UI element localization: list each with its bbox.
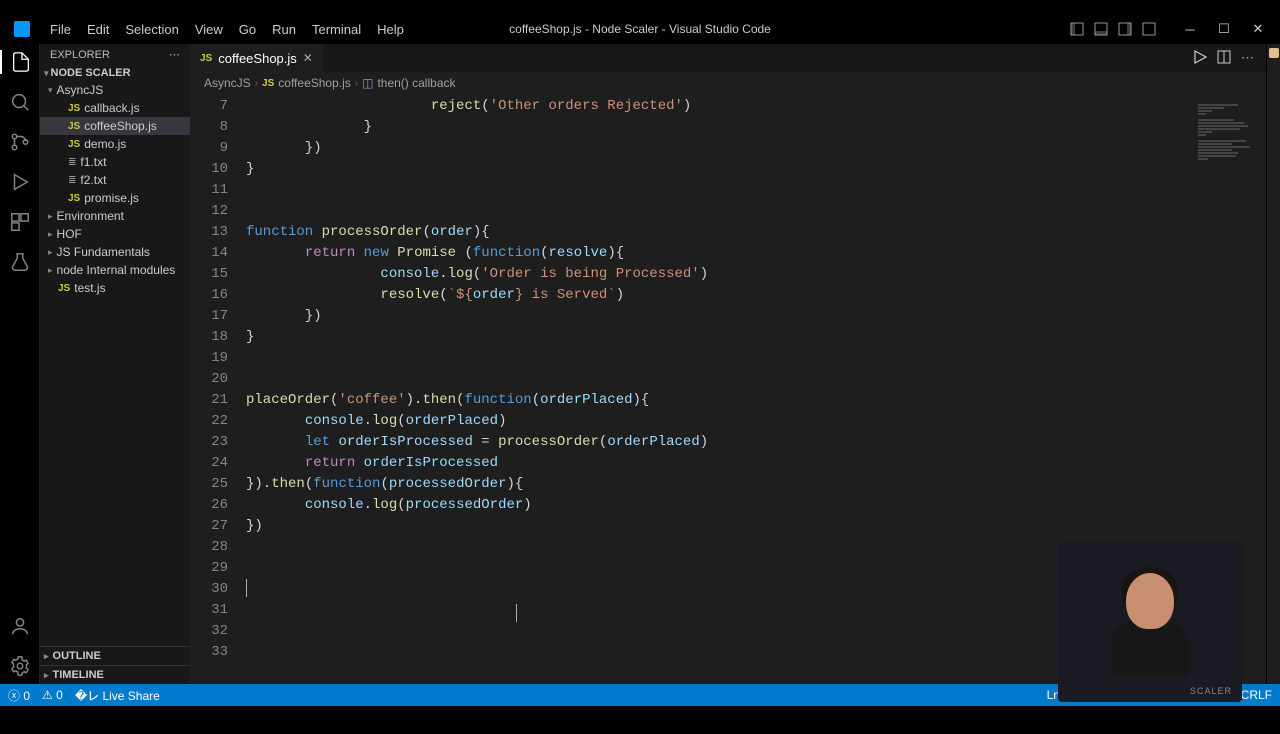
menu-edit[interactable]: Edit bbox=[79, 18, 117, 41]
run-icon[interactable] bbox=[1193, 50, 1207, 66]
js-icon: JS bbox=[200, 53, 212, 64]
eol[interactable]: CRLF bbox=[1241, 688, 1272, 702]
tree-test-js[interactable]: JStest.js bbox=[40, 279, 190, 297]
layout-btn-1[interactable] bbox=[1066, 18, 1088, 40]
menu-file[interactable]: File bbox=[42, 18, 79, 41]
source-control-icon[interactable] bbox=[8, 130, 32, 154]
test-icon[interactable] bbox=[8, 250, 32, 274]
menu-view[interactable]: View bbox=[187, 18, 231, 41]
settings-icon[interactable] bbox=[8, 654, 32, 678]
file-tab[interactable]: JS coffeeShop.js ✕ bbox=[190, 44, 324, 72]
explorer-icon[interactable] bbox=[0, 50, 40, 74]
brand-watermark: SCALER bbox=[1190, 686, 1232, 696]
tree-f2-txt[interactable]: ≣f2.txt bbox=[40, 171, 190, 189]
window-title: coffeeShop.js - Node Scaler - Visual Stu… bbox=[509, 22, 771, 36]
layout-btn-4[interactable] bbox=[1138, 18, 1160, 40]
menu-go[interactable]: Go bbox=[231, 18, 264, 41]
more-icon[interactable]: ⋯ bbox=[169, 48, 180, 61]
sidebar-root[interactable]: ▾ NODE SCALER bbox=[40, 65, 190, 81]
search-icon[interactable] bbox=[8, 90, 32, 114]
tree-f1-txt[interactable]: ≣f1.txt bbox=[40, 153, 190, 171]
tree-asyncjs[interactable]: ▾AsyncJS bbox=[40, 81, 190, 99]
tree-coffeeshop-js[interactable]: JScoffeeShop.js bbox=[40, 117, 190, 135]
tab-filename: coffeeShop.js bbox=[218, 51, 297, 66]
title-bar: FileEditSelectionViewGoRunTerminalHelp c… bbox=[0, 14, 1280, 44]
vscode-logo bbox=[14, 21, 30, 37]
sidebar: EXPLORER ⋯ ▾ NODE SCALER ▾AsyncJSJScallb… bbox=[40, 44, 190, 684]
breadcrumb[interactable]: AsyncJS› JScoffeeShop.js› ◫then() callba… bbox=[190, 72, 1266, 94]
sidebar-title: EXPLORER bbox=[50, 49, 110, 61]
status-warnings[interactable]: ⚠ 0 bbox=[42, 688, 63, 702]
tree-hof[interactable]: ▸HOF bbox=[40, 225, 190, 243]
tree-promise-js[interactable]: JSpromise.js bbox=[40, 189, 190, 207]
tab-more-icon[interactable]: ⋯ bbox=[1241, 50, 1254, 66]
tree-js-fundamentals[interactable]: ▸JS Fundamentals bbox=[40, 243, 190, 261]
secondary-cursor bbox=[516, 604, 517, 622]
right-gutter bbox=[1266, 44, 1280, 684]
extensions-icon[interactable] bbox=[8, 210, 32, 234]
section-outline[interactable]: ▸OUTLINE bbox=[40, 646, 190, 665]
maximize-button[interactable]: ☐ bbox=[1208, 18, 1240, 40]
layout-btn-2[interactable] bbox=[1090, 18, 1112, 40]
tree-demo-js[interactable]: JSdemo.js bbox=[40, 135, 190, 153]
tree-callback-js[interactable]: JScallback.js bbox=[40, 99, 190, 117]
menu-terminal[interactable]: Terminal bbox=[304, 18, 369, 41]
layout-btn-3[interactable] bbox=[1114, 18, 1136, 40]
menu-selection[interactable]: Selection bbox=[117, 18, 186, 41]
tree-node-internal-modules[interactable]: ▸node Internal modules bbox=[40, 261, 190, 279]
close-tab-icon[interactable]: ✕ bbox=[303, 51, 313, 65]
close-button[interactable]: ✕ bbox=[1242, 18, 1274, 40]
split-editor-icon[interactable] bbox=[1217, 50, 1231, 66]
webcam-overlay: SCALER bbox=[1058, 542, 1242, 702]
minimize-button[interactable]: ─ bbox=[1174, 18, 1206, 40]
tree-environment[interactable]: ▸Environment bbox=[40, 207, 190, 225]
notification-badge[interactable] bbox=[1269, 48, 1279, 58]
live-share[interactable]: �㆑ Live Share bbox=[75, 687, 160, 704]
status-errors[interactable]: ⓧ 0 bbox=[8, 687, 30, 704]
menu-help[interactable]: Help bbox=[369, 18, 412, 41]
activity-bar bbox=[0, 44, 40, 684]
section-timeline[interactable]: ▸TIMELINE bbox=[40, 665, 190, 684]
account-icon[interactable] bbox=[8, 614, 32, 638]
debug-icon[interactable] bbox=[8, 170, 32, 194]
menu-run[interactable]: Run bbox=[264, 18, 304, 41]
